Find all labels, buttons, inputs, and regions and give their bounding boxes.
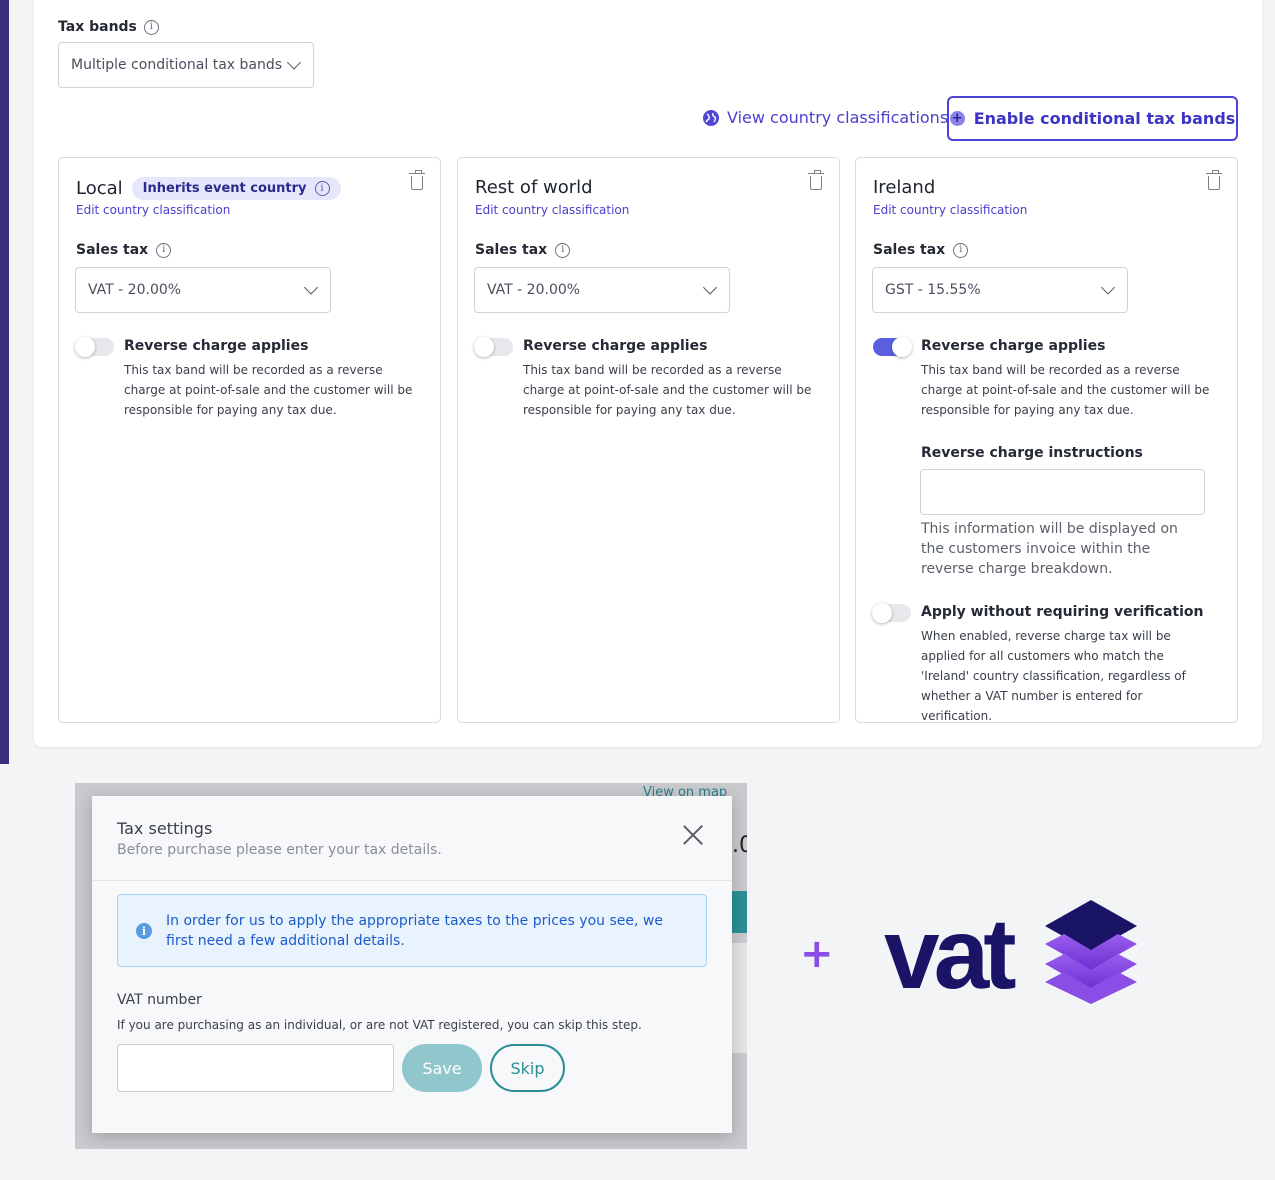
modal-divider xyxy=(92,880,732,881)
sales-tax-label: Sales tax i xyxy=(76,242,172,258)
trash-icon[interactable] xyxy=(409,170,425,190)
tax-settings-modal: Tax settings Before purchase please ente… xyxy=(92,796,732,1133)
chevron-down-icon xyxy=(702,280,718,295)
reverse-charge-title: Reverse charge applies xyxy=(124,338,309,354)
tax-band-card-local: Local Inherits event country i Edit coun… xyxy=(58,157,441,723)
reverse-charge-description: This tax band will be recorded as a reve… xyxy=(523,363,812,417)
tax-band-card-rest-of-world: Rest of world Edit country classificatio… xyxy=(457,157,840,723)
chevron-down-icon xyxy=(1100,280,1116,295)
edit-country-classification-link[interactable]: Edit country classification xyxy=(475,203,629,217)
reverse-charge-toggle[interactable] xyxy=(474,337,513,357)
sales-tax-label: Sales tax i xyxy=(475,242,571,258)
tax-bands-label: Tax bands i xyxy=(58,19,159,35)
vat-logo: vat xyxy=(884,898,1137,1006)
reverse-charge-instructions-help: This information will be displayed on th… xyxy=(921,521,1178,577)
vat-number-help: If you are purchasing as an individual, … xyxy=(117,1018,642,1032)
trash-icon[interactable] xyxy=(808,170,824,190)
band-title: Ireland xyxy=(873,177,936,198)
plus-icon: + xyxy=(800,931,834,977)
plus-circle-icon: + xyxy=(949,111,965,126)
tax-settings-modal-screenshot: View on map .0 Tax settings Before purch… xyxy=(75,783,747,1149)
info-icon[interactable]: i xyxy=(953,242,969,258)
reverse-charge-title: Reverse charge applies xyxy=(523,338,708,354)
enable-conditional-tax-bands-button[interactable]: + Enable conditional tax bands xyxy=(947,96,1238,141)
chevron-down-icon xyxy=(303,280,319,295)
reverse-charge-toggle[interactable] xyxy=(873,337,912,357)
background-price-fragment: .0 xyxy=(732,833,747,858)
skip-button[interactable]: Skip xyxy=(490,1044,565,1092)
inherits-event-country-badge: Inherits event country i xyxy=(131,177,341,200)
tax-bands-select[interactable]: Multiple conditional tax bands xyxy=(58,42,314,88)
info-icon[interactable]: i xyxy=(143,19,159,35)
tax-bands-select-value: Multiple conditional tax bands xyxy=(71,57,283,73)
info-alert-text: In order for us to apply the appropriate… xyxy=(166,913,663,949)
reverse-charge-description: This tax band will be recorded as a reve… xyxy=(124,363,413,417)
band-title: Rest of world xyxy=(475,177,593,198)
close-icon[interactable] xyxy=(682,824,704,846)
band-title: Local xyxy=(76,178,123,199)
info-icon: i xyxy=(136,923,152,939)
sidebar-edge xyxy=(0,0,9,764)
info-alert: i In order for us to apply the appropria… xyxy=(117,894,707,967)
info-icon[interactable]: i xyxy=(156,242,172,258)
reverse-charge-instructions-label: Reverse charge instructions xyxy=(921,445,1143,461)
edit-country-classification-link[interactable]: Edit country classification xyxy=(873,203,1027,217)
sales-tax-select[interactable]: GST - 15.55% xyxy=(872,267,1128,313)
sales-tax-select[interactable]: VAT - 20.00% xyxy=(75,267,331,313)
globe-icon xyxy=(703,109,719,126)
info-icon[interactable]: i xyxy=(555,242,571,258)
apply-without-verification-description: When enabled, reverse charge tax will be… xyxy=(921,629,1186,723)
reverse-charge-title: Reverse charge applies xyxy=(921,338,1106,354)
view-country-classifications-link[interactable]: View country classifications xyxy=(703,108,948,127)
info-icon[interactable]: i xyxy=(314,181,330,196)
vat-number-label: VAT number xyxy=(117,992,202,1008)
sales-tax-select[interactable]: VAT - 20.00% xyxy=(474,267,730,313)
apply-without-verification-title: Apply without requiring verification xyxy=(921,604,1204,620)
reverse-charge-description: This tax band will be recorded as a reve… xyxy=(921,363,1210,417)
modal-subtitle: Before purchase please enter your tax de… xyxy=(117,842,442,858)
save-button[interactable]: Save xyxy=(402,1044,482,1092)
modal-title: Tax settings xyxy=(117,819,213,838)
chevron-down-icon xyxy=(286,55,302,70)
trash-icon[interactable] xyxy=(1206,170,1222,190)
vat-logo-text: vat xyxy=(884,898,1016,1006)
vat-number-input[interactable] xyxy=(117,1044,394,1092)
reverse-charge-toggle[interactable] xyxy=(75,337,114,357)
sales-tax-label: Sales tax i xyxy=(873,242,969,258)
tax-band-card-ireland: Ireland Edit country classification Sale… xyxy=(855,157,1238,723)
apply-without-verification-toggle[interactable] xyxy=(872,603,911,623)
reverse-charge-instructions-input[interactable] xyxy=(920,469,1205,515)
edit-country-classification-link[interactable]: Edit country classification xyxy=(76,203,230,217)
